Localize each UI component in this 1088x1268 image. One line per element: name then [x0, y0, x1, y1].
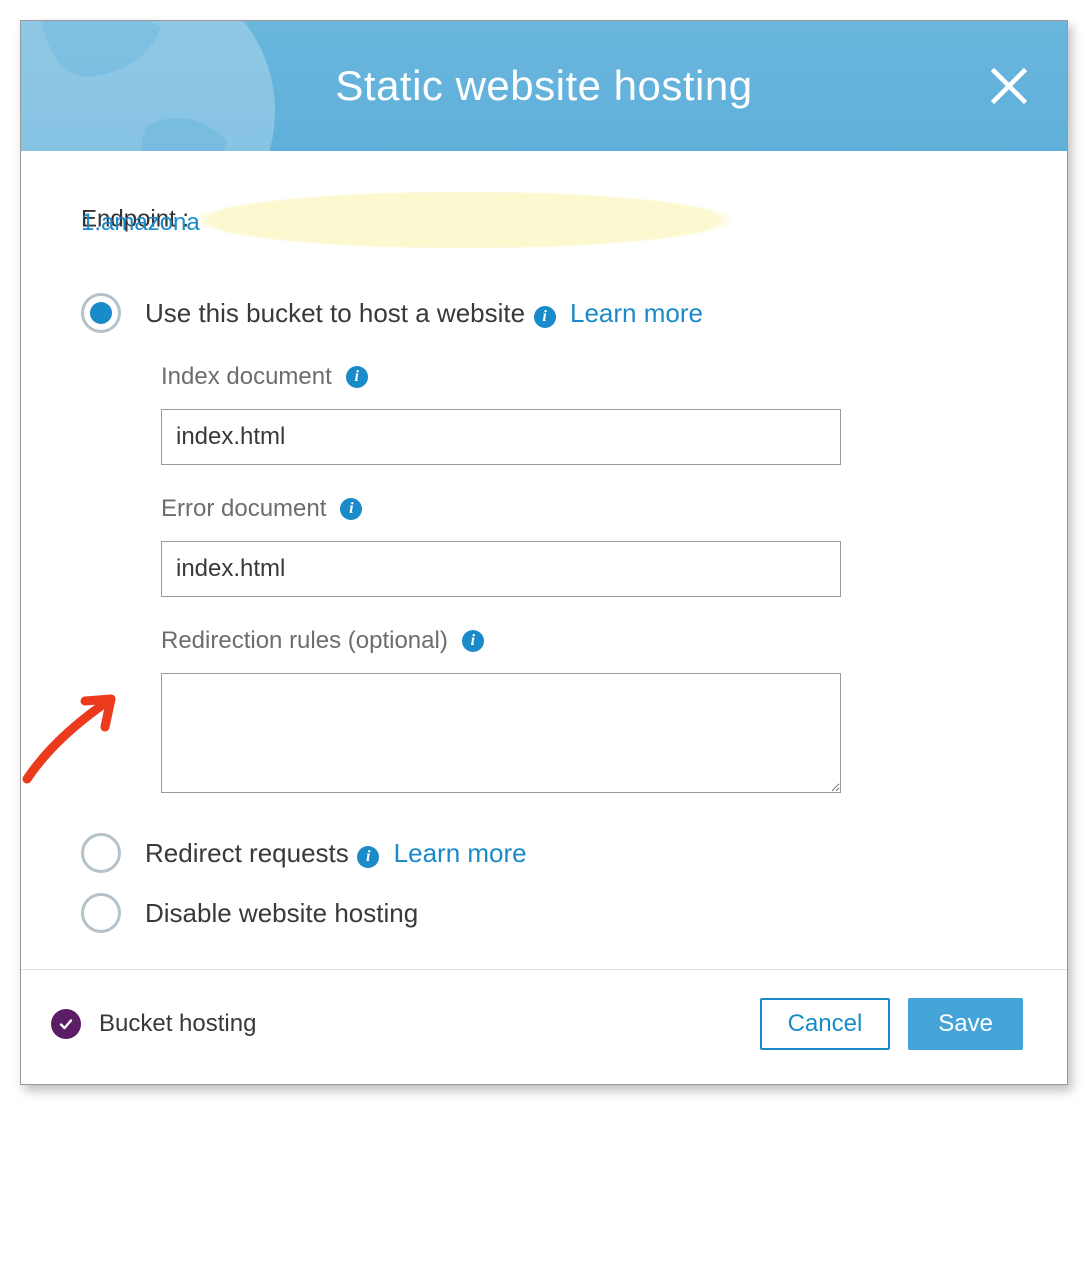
learn-more-link[interactable]: Learn more	[394, 838, 527, 868]
info-icon[interactable]: i	[357, 846, 379, 868]
redirection-rules-group: Redirection rules (optional) i	[161, 627, 1007, 793]
index-document-label: Index document	[161, 363, 332, 391]
cancel-button[interactable]: Cancel	[760, 998, 891, 1050]
close-button[interactable]	[987, 64, 1031, 108]
status-check-badge	[51, 1009, 81, 1039]
close-icon	[987, 64, 1031, 108]
endpoint-row: Endpoint : 1.amazona	[81, 191, 1007, 263]
learn-more-link[interactable]: Learn more	[570, 298, 703, 328]
globe-decoration-icon	[21, 21, 281, 151]
index-document-input[interactable]	[161, 409, 841, 465]
option-disable-hosting[interactable]: Disable website hosting	[81, 893, 1007, 933]
info-icon[interactable]: i	[346, 366, 368, 388]
option-host-label: Use this bucket to host a website	[145, 298, 525, 328]
option-disable-label: Disable website hosting	[145, 898, 418, 928]
index-document-group: Index document i	[161, 363, 1007, 465]
endpoint-redacted-highlight	[194, 191, 734, 249]
modal-title: Static website hosting	[335, 62, 752, 110]
footer-status-label: Bucket hosting	[99, 1010, 256, 1038]
info-icon[interactable]: i	[462, 630, 484, 652]
radio-disable-hosting[interactable]	[81, 893, 121, 933]
static-website-hosting-modal: Static website hosting Endpoint : 1.amaz…	[20, 20, 1068, 1085]
info-icon[interactable]: i	[534, 306, 556, 328]
redirection-rules-textarea[interactable]	[161, 673, 841, 793]
option-host-website[interactable]: Use this bucket to host a website i Lear…	[81, 293, 1007, 333]
option-redirect-requests[interactable]: Redirect requests i Learn more	[81, 833, 1007, 873]
check-icon	[58, 1016, 74, 1032]
info-icon[interactable]: i	[340, 498, 362, 520]
radio-redirect-requests[interactable]	[81, 833, 121, 873]
error-document-input[interactable]	[161, 541, 841, 597]
modal-header: Static website hosting	[21, 21, 1067, 151]
radio-host-website[interactable]	[81, 293, 121, 333]
redirection-rules-label: Redirection rules (optional)	[161, 627, 448, 655]
modal-footer: Bucket hosting Cancel Save	[21, 969, 1067, 1084]
modal-body: Endpoint : 1.amazona Use this bucket to …	[21, 151, 1067, 969]
option-redirect-label: Redirect requests	[145, 838, 349, 868]
annotation-arrow-icon	[15, 677, 135, 787]
error-document-group: Error document i	[161, 495, 1007, 597]
save-button[interactable]: Save	[908, 998, 1023, 1050]
error-document-label: Error document	[161, 495, 326, 523]
